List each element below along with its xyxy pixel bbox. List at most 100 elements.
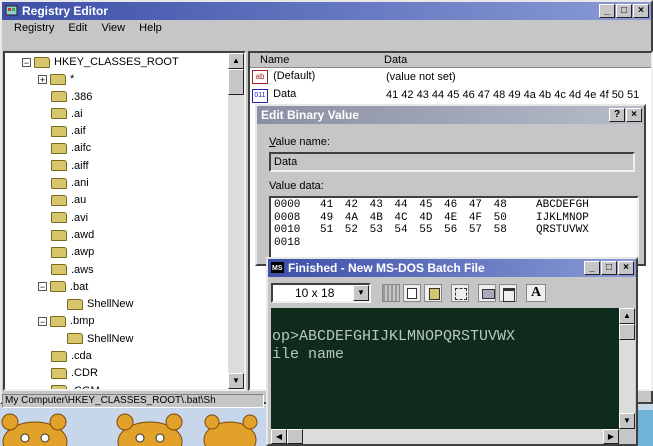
- folder-icon: [67, 298, 83, 310]
- dos-vertical-scrollbar[interactable]: ▲ ▼: [619, 308, 635, 429]
- tree-item[interactable]: .ani: [5, 175, 244, 192]
- column-name-header[interactable]: Name: [260, 54, 289, 66]
- mark-button[interactable]: [382, 284, 400, 302]
- values-header: Name Data: [250, 53, 651, 68]
- folder-icon: [51, 264, 67, 276]
- tree-item[interactable]: .awd: [5, 227, 244, 244]
- folder-icon: [51, 125, 67, 137]
- value-data-editor[interactable]: 0000 41 42 43 44 45 46 47 48 ABCDEFGH 0008 4…: [269, 196, 639, 260]
- tree-item-label: .cda: [71, 350, 92, 363]
- menu-help[interactable]: Help: [139, 22, 162, 34]
- value-row[interactable]: 011 Data 41 42 43 44 45 46 47 48 49 4a 4…: [252, 88, 639, 104]
- value-data-label: Value data:: [269, 180, 324, 192]
- tree-item[interactable]: − .bmp: [5, 313, 244, 330]
- hex-bytes: 51 52 53 54 55 56 57 58: [320, 224, 507, 236]
- dos-scroll-up-icon[interactable]: ▲: [619, 308, 635, 324]
- tree-item[interactable]: .aws: [5, 262, 244, 279]
- edit-binary-title-bar[interactable]: Edit Binary Value ? ×: [257, 106, 644, 124]
- dos-window: MS Finished - New MS-DOS Batch File _ □ …: [266, 257, 638, 446]
- tree-item[interactable]: .CDR: [5, 365, 244, 382]
- menu-registry[interactable]: Registry: [14, 22, 54, 34]
- dos-scroll-down-icon[interactable]: ▼: [619, 413, 635, 429]
- dos-title-bar[interactable]: MS Finished - New MS-DOS Batch File _ □ …: [268, 259, 636, 277]
- tree-item[interactable]: .avi: [5, 210, 244, 227]
- hex-bytes: 41 42 43 44 45 46 47 48: [320, 199, 507, 211]
- dos-scroll-thumb[interactable]: [619, 324, 635, 340]
- console-line: ile name: [272, 346, 345, 363]
- fullscreen-button[interactable]: [451, 284, 469, 302]
- help-button[interactable]: ?: [609, 108, 625, 122]
- tree-item[interactable]: .CGM: [5, 383, 244, 389]
- key-tree-pane[interactable]: − HKEY_CLASSES_ROOT + * .386 .ai .aif .aifc .aif…: [3, 51, 246, 391]
- collapse-icon[interactable]: −: [38, 317, 47, 327]
- tree-item-label: .aif: [71, 125, 86, 138]
- paste-button[interactable]: [424, 284, 442, 302]
- dos-horizontal-scrollbar[interactable]: ◀ ▶: [271, 429, 619, 444]
- tree-item[interactable]: .aiff: [5, 158, 244, 175]
- hex-ascii: IJKLMNOP: [536, 211, 589, 224]
- tree-item-label: .386: [71, 90, 93, 103]
- tree-item[interactable]: − .bat: [5, 279, 244, 296]
- expand-icon[interactable]: +: [38, 74, 47, 84]
- close-button[interactable]: ×: [633, 4, 649, 18]
- tree-item[interactable]: .au: [5, 192, 244, 209]
- ms-dos-icon: MS: [271, 262, 284, 273]
- folder-icon: [51, 177, 67, 189]
- value-name: Data: [273, 88, 297, 100]
- binary-value-icon: 011: [252, 89, 268, 103]
- menu-edit[interactable]: Edit: [68, 22, 87, 34]
- tree-item[interactable]: − HKEY_CLASSES_ROOT: [5, 54, 244, 71]
- tree-item[interactable]: .cda: [5, 348, 244, 365]
- folder-icon: [51, 229, 67, 241]
- svg-text:MS: MS: [272, 265, 283, 272]
- maximize-button[interactable]: □: [616, 4, 632, 18]
- properties-button[interactable]: [478, 284, 496, 302]
- dos-scroll-left-icon[interactable]: ◀: [271, 429, 287, 444]
- dos-hscroll-thumb[interactable]: [287, 429, 303, 444]
- tree-item[interactable]: .aif: [5, 123, 244, 140]
- folder-icon: [34, 56, 50, 68]
- scroll-down-arrow-icon[interactable]: ▼: [228, 373, 244, 389]
- dialog-close-button[interactable]: ×: [626, 108, 642, 122]
- tree-item-label: .bat: [70, 280, 89, 293]
- registry-title-bar[interactable]: Registry Editor _ □ ×: [2, 2, 651, 20]
- tree-item[interactable]: ShellNew: [5, 296, 244, 313]
- dos-minimize-button[interactable]: _: [584, 261, 600, 275]
- tree-item[interactable]: .386: [5, 89, 244, 106]
- collapse-icon[interactable]: −: [38, 282, 47, 292]
- scroll-up-arrow-icon[interactable]: ▲: [228, 53, 244, 69]
- tree-item[interactable]: .awp: [5, 244, 244, 261]
- dos-title: Finished - New MS-DOS Batch File: [288, 261, 485, 275]
- tree-vertical-scrollbar[interactable]: ▲ ▼: [228, 53, 244, 389]
- tree-item[interactable]: .ai: [5, 106, 244, 123]
- background-button[interactable]: [499, 284, 517, 302]
- value-row[interactable]: ab (Default) (value not set): [252, 70, 456, 86]
- dos-close-button[interactable]: ×: [618, 261, 634, 275]
- status-bar: My Computer\HKEY_CLASSES_ROOT\.bat\Sh: [2, 394, 264, 408]
- folder-icon: [51, 91, 67, 103]
- dos-scroll-right-icon[interactable]: ▶: [603, 429, 619, 444]
- column-data-header[interactable]: Data: [384, 54, 407, 66]
- font-size-select[interactable]: 10 x 18 ▼: [271, 283, 371, 303]
- edit-binary-title: Edit Binary Value: [261, 108, 360, 122]
- tree-item-label: .aws: [71, 263, 94, 276]
- folder-icon: [50, 73, 66, 85]
- scroll-thumb[interactable]: [228, 69, 244, 95]
- collapse-icon[interactable]: −: [22, 57, 31, 67]
- tree-item-label: .bmp: [70, 315, 95, 328]
- hex-ascii: QRSTUVWX: [536, 224, 589, 236]
- chevron-down-icon[interactable]: ▼: [353, 285, 369, 301]
- copy-button[interactable]: [403, 284, 421, 302]
- tree-item[interactable]: + *: [5, 71, 244, 88]
- minimize-button[interactable]: _: [599, 4, 615, 18]
- dos-console[interactable]: op>ABCDEFGHIJKLMNOPQRSTUVWX ile name: [271, 308, 619, 429]
- hex-row: 0010 51 52 53 54 55 56 57 58 QRSTUVWX: [274, 224, 637, 237]
- menu-view[interactable]: View: [101, 22, 125, 34]
- tree-item[interactable]: ShellNew: [5, 331, 244, 348]
- dos-maximize-button[interactable]: □: [601, 261, 617, 275]
- tree-item[interactable]: .aifc: [5, 140, 244, 157]
- value-name-field[interactable]: Data: [269, 152, 635, 172]
- font-button[interactable]: A: [526, 284, 546, 302]
- folder-icon: [50, 281, 66, 293]
- value-name-text: Data: [274, 156, 298, 168]
